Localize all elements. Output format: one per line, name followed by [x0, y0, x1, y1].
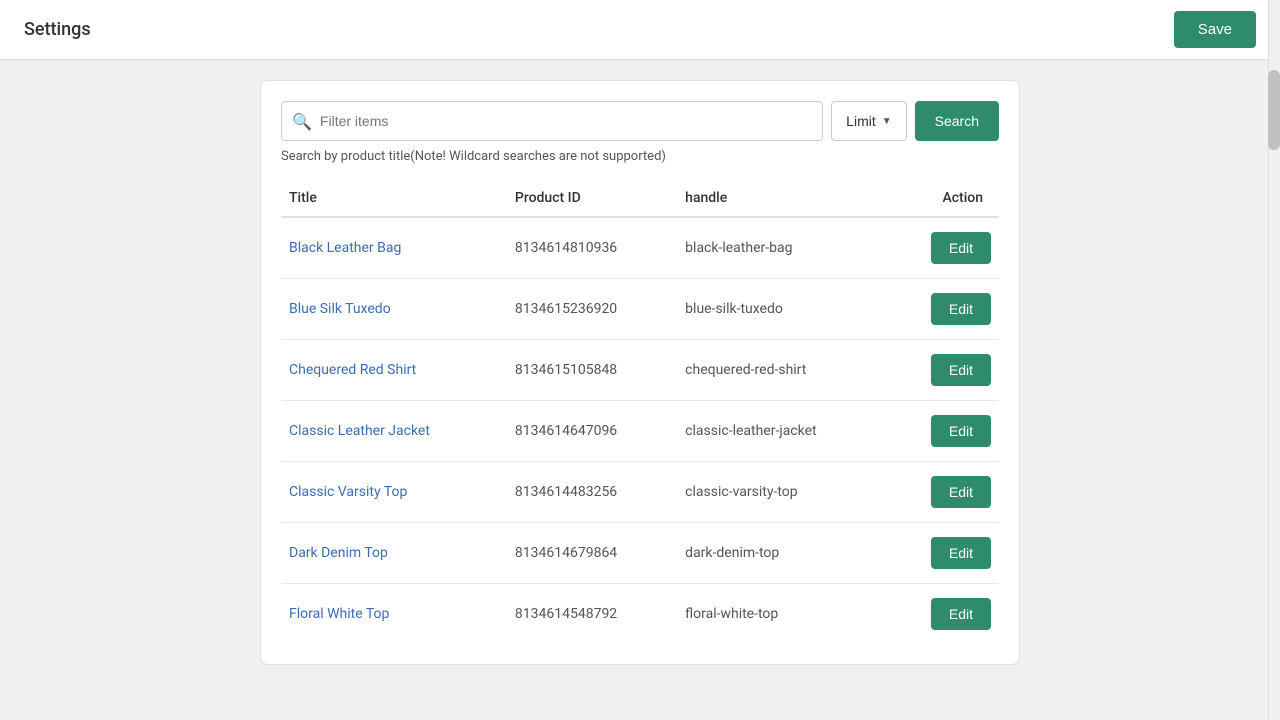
table-row: Dark Denim Top8134614679864dark-denim-to… — [281, 523, 999, 584]
edit-button[interactable]: Edit — [931, 476, 991, 508]
table-row: Classic Varsity Top8134614483256classic-… — [281, 462, 999, 523]
header: Settings Save — [0, 0, 1280, 60]
cell-title: Classic Varsity Top — [281, 462, 507, 523]
cell-action: Edit — [889, 401, 999, 462]
cell-title: Blue Silk Tuxedo — [281, 279, 507, 340]
table-row: Chequered Red Shirt8134615105848chequere… — [281, 340, 999, 401]
scrollbar[interactable] — [1268, 0, 1280, 720]
col-header-title: Title — [281, 180, 507, 217]
limit-dropdown-button[interactable]: Limit ▼ — [831, 101, 906, 141]
cell-action: Edit — [889, 523, 999, 584]
search-icon: 🔍 — [292, 112, 312, 131]
product-table: Title Product ID handle Action Black Lea… — [281, 180, 999, 644]
col-header-handle: handle — [677, 180, 889, 217]
main-card: 🔍 Limit ▼ Search Search by product title… — [260, 80, 1020, 665]
cell-handle: black-leather-bag — [677, 217, 889, 279]
cell-action: Edit — [889, 340, 999, 401]
table-row: Black Leather Bag8134614810936black-leat… — [281, 217, 999, 279]
search-input[interactable] — [320, 113, 812, 129]
edit-button[interactable]: Edit — [931, 354, 991, 386]
cell-title: Dark Denim Top — [281, 523, 507, 584]
cell-handle: blue-silk-tuxedo — [677, 279, 889, 340]
chevron-down-icon: ▼ — [882, 116, 892, 127]
cell-action: Edit — [889, 584, 999, 645]
table-row: Classic Leather Jacket8134614647096class… — [281, 401, 999, 462]
search-input-wrapper: 🔍 — [281, 101, 823, 141]
edit-button[interactable]: Edit — [931, 537, 991, 569]
page-title: Settings — [24, 19, 91, 40]
cell-action: Edit — [889, 462, 999, 523]
save-button[interactable]: Save — [1174, 11, 1256, 48]
edit-button[interactable]: Edit — [931, 232, 991, 264]
cell-product-id: 8134614647096 — [507, 401, 677, 462]
page-body: 🔍 Limit ▼ Search Search by product title… — [0, 60, 1280, 685]
cell-action: Edit — [889, 217, 999, 279]
cell-product-id: 8134614679864 — [507, 523, 677, 584]
search-hint: Search by product title(Note! Wildcard s… — [281, 149, 999, 164]
col-header-action: Action — [889, 180, 999, 217]
cell-product-id: 8134614810936 — [507, 217, 677, 279]
edit-button[interactable]: Edit — [931, 293, 991, 325]
cell-handle: classic-varsity-top — [677, 462, 889, 523]
limit-label: Limit — [846, 113, 876, 129]
search-row: 🔍 Limit ▼ Search — [281, 101, 999, 141]
cell-title: Chequered Red Shirt — [281, 340, 507, 401]
cell-product-id: 8134615236920 — [507, 279, 677, 340]
cell-handle: dark-denim-top — [677, 523, 889, 584]
cell-product-id: 8134615105848 — [507, 340, 677, 401]
cell-handle: chequered-red-shirt — [677, 340, 889, 401]
cell-title: Black Leather Bag — [281, 217, 507, 279]
cell-handle: floral-white-top — [677, 584, 889, 645]
edit-button[interactable]: Edit — [931, 415, 991, 447]
search-button[interactable]: Search — [915, 101, 999, 141]
scrollbar-thumb[interactable] — [1268, 70, 1280, 150]
table-row: Blue Silk Tuxedo8134615236920blue-silk-t… — [281, 279, 999, 340]
cell-title: Classic Leather Jacket — [281, 401, 507, 462]
cell-action: Edit — [889, 279, 999, 340]
table-header: Title Product ID handle Action — [281, 180, 999, 217]
cell-handle: classic-leather-jacket — [677, 401, 889, 462]
table-row: Floral White Top8134614548792floral-whit… — [281, 584, 999, 645]
edit-button[interactable]: Edit — [931, 598, 991, 630]
cell-product-id: 8134614548792 — [507, 584, 677, 645]
cell-product-id: 8134614483256 — [507, 462, 677, 523]
col-header-product-id: Product ID — [507, 180, 677, 217]
table-body: Black Leather Bag8134614810936black-leat… — [281, 217, 999, 644]
cell-title: Floral White Top — [281, 584, 507, 645]
